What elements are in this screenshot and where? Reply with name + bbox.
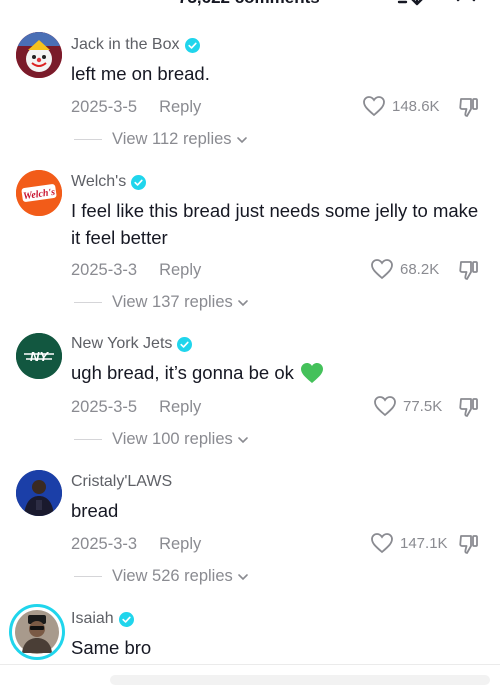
green-heart-icon: [300, 362, 323, 383]
username-text: Isaiah: [71, 610, 114, 627]
like-count: 148.6K: [392, 97, 440, 115]
reply-button[interactable]: Reply: [159, 398, 201, 417]
close-icon[interactable]: [453, 0, 479, 10]
jets-logo-text: NY: [30, 349, 49, 364]
thumbs-down-icon[interactable]: [458, 259, 480, 281]
comment-text: ugh bread, it’s gonna be ok: [71, 359, 481, 386]
user-photo-avatar-icon: [16, 470, 62, 516]
view-replies-button[interactable]: View 112 replies: [74, 130, 248, 149]
avatar[interactable]: [9, 604, 65, 660]
comment-input-bar[interactable]: [110, 675, 490, 685]
view-replies-label: View 137 replies: [112, 293, 233, 311]
view-replies-button[interactable]: View 100 replies: [74, 430, 249, 449]
thumbs-down-icon[interactable]: [458, 533, 480, 555]
heart-outline-icon: [374, 396, 396, 417]
verified-badge-icon: [131, 174, 147, 190]
replies-divider: [74, 302, 102, 303]
comment-text: left me on bread.: [71, 63, 210, 84]
thumbs-down-icon[interactable]: [458, 396, 480, 418]
verified-badge-icon: [118, 611, 134, 627]
jets-logo-icon: NY: [16, 333, 62, 379]
username-text: Jack in the Box: [71, 36, 180, 53]
replies-divider: [74, 139, 102, 140]
view-replies-label: View 526 replies: [112, 567, 233, 585]
sort-icon[interactable]: [396, 0, 424, 10]
comment-meta: 2025-3-5 Reply: [71, 98, 201, 117]
comment-username[interactable]: Isaiah: [71, 610, 134, 628]
avatar[interactable]: [16, 470, 62, 516]
comment-meta: 2025-3-3 Reply: [71, 535, 201, 554]
view-replies-label: View 100 replies: [112, 430, 233, 448]
comment-meta: 2025-3-3 Reply: [71, 261, 201, 280]
comment-text: Same bro: [71, 637, 152, 658]
heart-outline-icon: [371, 259, 393, 280]
comment-date: 2025-3-5: [71, 398, 138, 416]
comment-username[interactable]: New York Jets: [71, 335, 193, 353]
verified-badge-icon: [184, 37, 200, 53]
thumbs-down-icon[interactable]: [458, 96, 480, 118]
welchs-logo-icon: Welch's: [16, 170, 62, 216]
chevron-down-icon: [237, 436, 248, 443]
chevron-down-icon: [237, 573, 248, 580]
comment-text: I feel like this bread just needs some j…: [71, 200, 479, 248]
username-text: New York Jets: [71, 335, 173, 352]
user-photo-avatar-icon: [15, 610, 59, 654]
replies-divider: [74, 576, 102, 577]
comments-header: 73,622 comments: [0, 0, 500, 10]
reply-button[interactable]: Reply: [159, 261, 201, 280]
comments-count-title: 73,622 comments: [178, 0, 320, 8]
chevron-down-icon: [237, 299, 248, 306]
comment-date: 2025-3-3: [71, 535, 138, 553]
avatar[interactable]: [16, 32, 62, 78]
view-replies-label: View 112 replies: [112, 130, 232, 148]
comment-date: 2025-3-3: [71, 261, 138, 279]
like-count: 77.5K: [403, 397, 443, 415]
like-count: 147.1K: [400, 534, 448, 552]
reply-button[interactable]: Reply: [159, 535, 201, 554]
replies-divider: [74, 439, 102, 440]
like-button[interactable]: 68.2K: [370, 258, 439, 280]
like-button[interactable]: 77.5K: [373, 395, 442, 417]
view-replies-button[interactable]: View 526 replies: [74, 567, 249, 586]
chevron-down-icon: [236, 136, 247, 143]
like-button[interactable]: 148.6K: [362, 95, 440, 117]
avatar[interactable]: NY: [16, 333, 62, 379]
comment-text-content: ugh bread, it’s gonna be ok: [71, 362, 294, 383]
verified-badge-icon: [177, 336, 193, 352]
heart-outline-icon: [363, 96, 385, 117]
username-text: Welch's: [71, 173, 127, 190]
jack-in-the-box-avatar-icon: [16, 32, 62, 78]
comment-username[interactable]: Welch's: [71, 173, 147, 191]
view-replies-button[interactable]: View 137 replies: [74, 293, 249, 312]
like-button[interactable]: 147.1K: [370, 532, 448, 554]
comment-username[interactable]: Cristaly'LAWS: [71, 473, 172, 491]
avatar[interactable]: Welch's: [16, 170, 62, 216]
like-count: 68.2K: [400, 260, 440, 278]
reply-button[interactable]: Reply: [159, 98, 201, 117]
comment-meta: 2025-3-5 Reply: [71, 398, 201, 417]
username-text: Cristaly'LAWS: [71, 473, 173, 490]
bottom-divider: [0, 664, 500, 665]
comment-username[interactable]: Jack in the Box: [71, 36, 200, 54]
heart-outline-icon: [371, 533, 393, 554]
comment-date: 2025-3-5: [71, 98, 138, 116]
comment-text: bread: [71, 500, 119, 521]
